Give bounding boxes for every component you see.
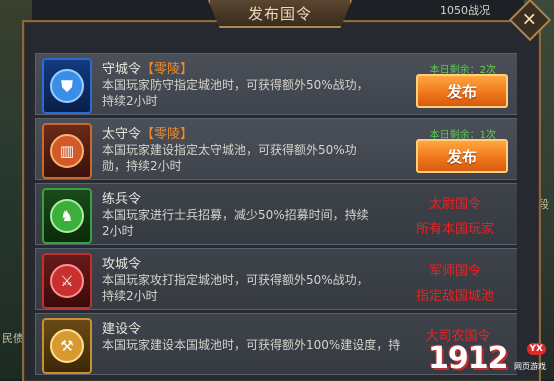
order-title: 太守令【零陵】 bbox=[102, 127, 194, 142]
order-description: 本国玩家攻打指定城池时，可获得额外50%战功，持续2小时 bbox=[102, 273, 369, 303]
order-badge: ♞ bbox=[42, 188, 92, 244]
soldiers-icon: ♞ bbox=[50, 199, 84, 233]
dialog-title-plate: 发布国令 bbox=[208, 0, 352, 28]
order-badge: ▥ bbox=[42, 123, 92, 179]
order-badge: ⛊ bbox=[42, 58, 92, 114]
order-badge: ⚒ bbox=[42, 318, 92, 374]
order-title: 建设令 bbox=[102, 322, 142, 337]
dialog-title: 发布国令 bbox=[247, 4, 312, 23]
publish-button[interactable]: 发布 bbox=[416, 74, 508, 108]
order-description: 本国玩家进行士兵招募，减少50%招募时间，持续2小时 bbox=[102, 208, 369, 238]
background-top-text: 1050战况 bbox=[440, 4, 490, 17]
gate-icon: ▥ bbox=[50, 134, 84, 168]
order-card-taishou: ▥ 太守令【零陵】 本国玩家建设指定太守城池，可获得额外50%功勋，持续2小时 … bbox=[35, 118, 517, 180]
order-badge: ⚔ bbox=[42, 253, 92, 309]
order-title: 守城令【零陵】 bbox=[102, 62, 194, 77]
shield-icon: ⛊ bbox=[50, 69, 84, 103]
order-description: 本国玩家防守指定城池时，可获得额外50%战功，持续2小时 bbox=[102, 78, 369, 108]
hammer-icon: ⚒ bbox=[50, 329, 84, 363]
background-left-text: 民债 bbox=[2, 332, 24, 345]
order-title: 攻城令 bbox=[102, 257, 142, 272]
order-card-shoucheng: ⛊ 守城令【零陵】 本国玩家防守指定城池时，可获得额外50%战功，持续2小时 本… bbox=[35, 53, 517, 115]
site-watermark-logo: 1912 YX 网页游戏 bbox=[428, 341, 546, 376]
annotation-junshi: 军师国令 指定敌国城池 bbox=[415, 264, 494, 304]
close-icon: ✕ bbox=[522, 9, 538, 31]
order-title: 练兵令 bbox=[102, 192, 142, 207]
crossed-swords-icon: ⚔ bbox=[50, 264, 84, 298]
publish-button[interactable]: 发布 bbox=[416, 139, 508, 173]
annotation-taiwei: 太尉国令 所有本国玩家 bbox=[415, 197, 494, 237]
order-description: 本国玩家建设指定太守城池，可获得额外50%功勋，持续2小时 bbox=[102, 143, 357, 173]
order-description: 本国玩家建设本国城池时，可获得额外100%建设度，持 bbox=[102, 338, 401, 352]
